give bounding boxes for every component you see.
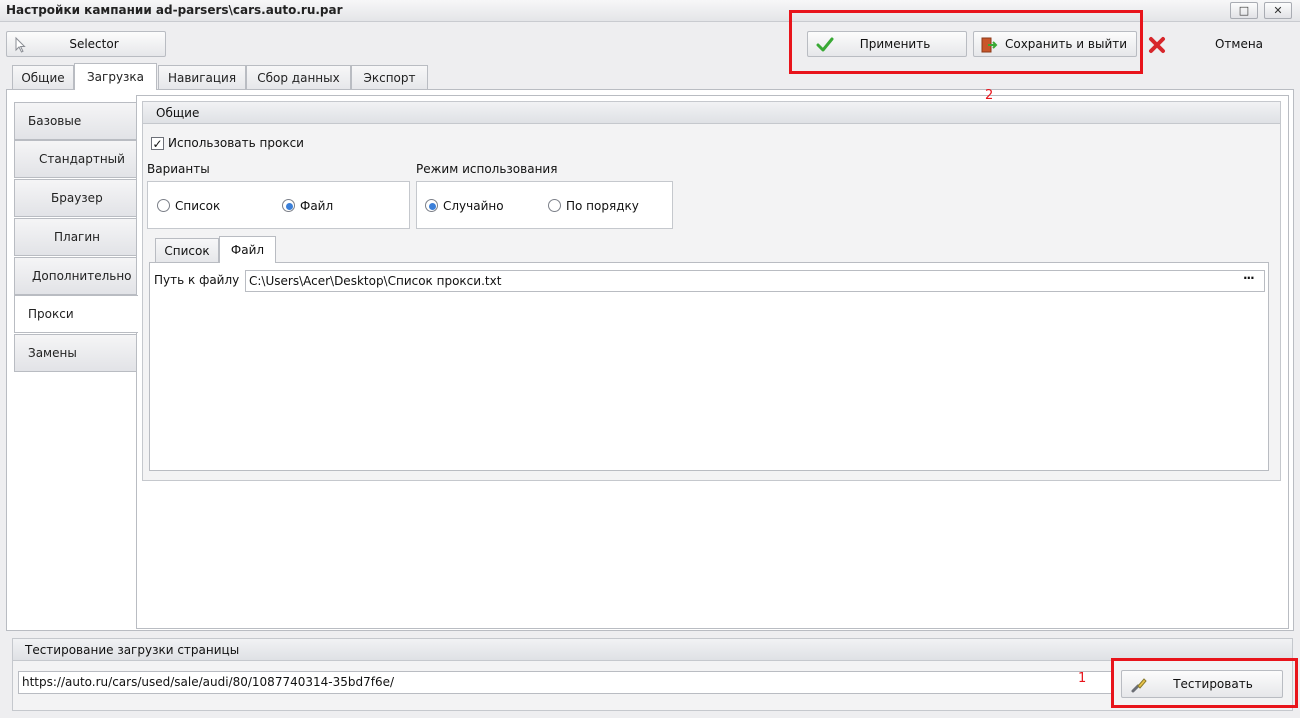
sidebar-item-standard[interactable]: Стандартный [14,140,137,178]
cancel-button[interactable]: Отмена [1143,31,1295,57]
selector-button[interactable]: Selector [6,31,166,57]
test-group-title: Тестирование загрузки страницы [13,639,1292,661]
tab-export[interactable]: Экспорт [351,65,428,89]
file-path-input[interactable]: C:\Users\Acer\Desktop\Список прокси.txt [245,270,1265,292]
subtab-file[interactable]: Файл [219,236,276,263]
browse-button[interactable]: ··· [1243,271,1255,285]
sidebar-item-replacements[interactable]: Замены [14,334,137,372]
variant-list-radio[interactable] [157,199,170,212]
group-title: Общие [143,102,1280,124]
sidebar-item-plugin[interactable]: Плагин [14,218,137,256]
test-url-input[interactable]: https://auto.ru/cars/used/sale/audi/80/1… [18,671,1113,694]
tab-navigation[interactable]: Навигация [158,65,246,89]
variant-file-label: Файл [300,199,334,213]
close-button[interactable]: ✕ [1264,2,1292,19]
annotation-number-2: 2 [985,88,994,103]
mode-random-label: Случайно [443,199,504,213]
sidebar-item-additional[interactable]: Дополнительно [14,257,137,295]
maximize-button[interactable]: □ [1230,2,1258,19]
annotation-box-1 [1111,658,1298,708]
mode-order-radio[interactable] [548,199,561,212]
use-proxy-checkbox[interactable]: ✓ [151,137,164,150]
subtab-list[interactable]: Список [155,238,219,262]
use-proxy-label: Использовать прокси [168,136,304,150]
mode-order-label: По порядку [566,199,639,213]
tab-data-collection[interactable]: Сбор данных [246,65,351,89]
variant-file-radio[interactable] [282,199,295,212]
check-icon: ✓ [152,136,163,151]
file-path-label: Путь к файлу [154,273,240,287]
tab-loading[interactable]: Загрузка [74,63,157,90]
close-icon: ✕ [1273,4,1283,17]
variants-label: Варианты [147,162,210,176]
mode-random-radio[interactable] [425,199,438,212]
tab-general[interactable]: Общие [12,65,74,89]
variant-list-label: Список [175,199,221,213]
usage-mode-label: Режим использования [416,162,558,176]
file-subpanel [149,262,1269,471]
sidebar-item-basic[interactable]: Базовые [14,102,137,140]
annotation-number-1: 1 [1078,671,1087,686]
ellipsis-icon: ··· [1243,271,1255,285]
sidebar-item-proxy[interactable]: Прокси [14,295,138,333]
maximize-icon: □ [1238,4,1250,17]
window-title: Настройки кампании ad-parsers\cars.auto.… [6,3,343,17]
annotation-box-2 [789,10,1143,74]
sidebar-item-browser[interactable]: Браузер [14,179,137,217]
